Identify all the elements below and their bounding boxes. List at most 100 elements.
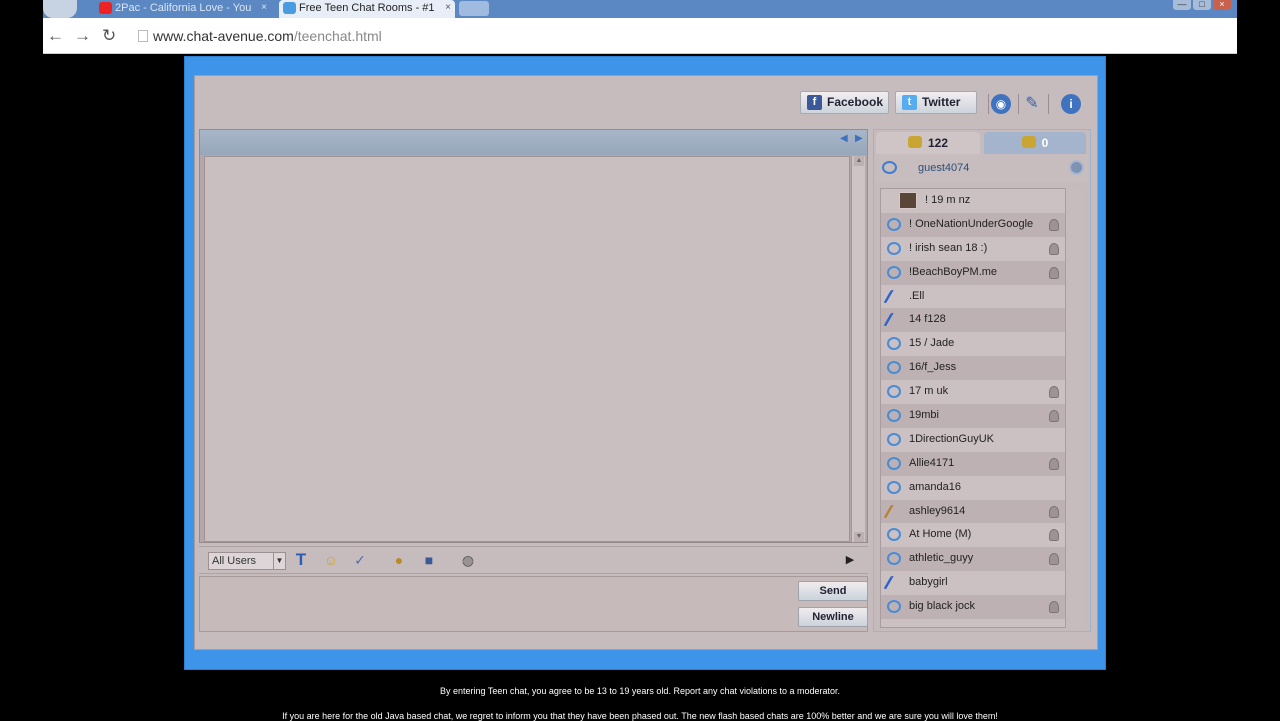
user-list-name: 15 / Jade — [909, 337, 955, 350]
user-list-item[interactable]: At Home (M) — [881, 523, 1065, 547]
user-list-item[interactable]: amanda16 — [881, 476, 1065, 500]
tab-online-users[interactable]: 122 — [876, 132, 980, 154]
user-list-item[interactable]: 17 m uk — [881, 380, 1065, 404]
facebook-icon: f — [807, 95, 822, 110]
close-window-button[interactable]: × — [1213, 0, 1231, 10]
user-profile-icon[interactable] — [1049, 410, 1059, 423]
scroll-up-icon[interactable]: ▲ — [854, 156, 864, 166]
location-icon[interactable]: ◉ — [991, 94, 1011, 114]
send-button[interactable]: Send — [798, 581, 868, 601]
user-list-item[interactable]: babygirl — [881, 571, 1065, 595]
page-icon — [138, 30, 148, 42]
palette-icon[interactable]: ● — [390, 551, 408, 569]
user-list-item[interactable]: big black jock — [881, 595, 1065, 620]
tab-youtube[interactable]: 2Pac - California Love - You × — [95, 0, 271, 18]
divider — [1048, 94, 1049, 114]
tab-label: 2Pac - California Love - You — [115, 2, 252, 14]
user-list-item[interactable]: Allie4171 — [881, 451, 1065, 476]
user-profile-icon[interactable] — [1049, 505, 1059, 518]
chat-status-icon[interactable] — [882, 161, 897, 174]
users-icon — [907, 136, 922, 148]
user-list-name: big black jock — [909, 600, 976, 613]
user-profile-icon[interactable] — [1049, 218, 1059, 231]
new-tab-button[interactable] — [459, 1, 489, 16]
browser-window: 2Pac - California Love - You × Free Teen… — [43, 0, 1237, 54]
user-list-item[interactable]: athletic_guyy — [881, 547, 1065, 572]
feather-icon — [883, 289, 905, 303]
chat-bubble-icon — [887, 361, 901, 375]
user-profile-icon[interactable] — [1049, 529, 1059, 542]
twitter-button[interactable]: t Twitter — [895, 91, 977, 114]
scroll-left-arrow[interactable]: ◀ — [840, 133, 848, 144]
browser-menu-icon[interactable] — [43, 0, 77, 18]
user-list-item[interactable]: 15 / Jade — [881, 332, 1065, 356]
info-icon[interactable]: i — [1061, 94, 1081, 114]
minimize-button[interactable]: — — [1173, 0, 1191, 10]
address-bar[interactable]: www.chat-avenue.com/teenchat.html — [133, 24, 1223, 48]
sound-icon[interactable]: ◍ — [459, 551, 477, 569]
reload-button[interactable]: ↻ — [102, 26, 116, 46]
forward-button[interactable]: → — [74, 26, 91, 46]
user-profile-icon[interactable] — [1049, 386, 1059, 399]
message-panel-header: ◀ ▶ — [200, 130, 867, 155]
user-profile-icon[interactable] — [1049, 553, 1059, 566]
user-list-item[interactable]: !BeachBoyPM.me — [881, 260, 1065, 285]
back-button[interactable]: ← — [47, 26, 64, 46]
user-list-item[interactable]: 16/f_Jess — [881, 356, 1065, 381]
tab-teen-chat[interactable]: Free Teen Chat Rooms - #1 × — [279, 0, 455, 18]
tab-close-icon[interactable]: × — [445, 0, 451, 16]
user-list-item[interactable]: 19mbi — [881, 404, 1065, 428]
maximize-button[interactable]: □ — [1193, 0, 1211, 10]
tab-friends[interactable]: 0 — [984, 132, 1086, 154]
user-list-item[interactable]: ! OneNationUnderGoogle — [881, 212, 1065, 237]
gear-icon[interactable] — [1069, 160, 1084, 175]
settings-wrench-icon[interactable]: ✎ — [1022, 94, 1042, 114]
chat-app-frame: f Facebook t Twitter ◉ ✎ i ◀ ▶ ▲ ▼ All U… — [184, 56, 1106, 670]
user-list-scrollbar[interactable] — [1070, 188, 1084, 628]
facebook-share-icon[interactable]: ■ — [420, 551, 438, 569]
user-list-name: ashley9614 — [909, 504, 966, 517]
smiley-icon[interactable]: ☺ — [322, 551, 340, 569]
message-input[interactable] — [202, 579, 790, 629]
chat-bubble-icon — [887, 241, 901, 255]
user-profile-icon[interactable] — [1049, 266, 1059, 279]
url-host: www.chat-avenue.com — [153, 28, 294, 44]
user-list-name: ! 19 m nz — [925, 194, 971, 206]
user-profile-icon[interactable] — [1049, 457, 1059, 470]
expand-arrow-icon[interactable]: ▶ — [841, 551, 859, 569]
user-list-name: 1DirectionGuyUK — [909, 432, 994, 445]
user-list-item[interactable]: ashley9614 — [881, 499, 1065, 524]
user-avatar — [899, 192, 917, 209]
user-list-item[interactable]: 14 f128 — [881, 308, 1065, 333]
text-format-icon[interactable]: T — [292, 551, 310, 569]
recipient-select[interactable]: All Users ▼ — [208, 552, 286, 570]
facebook-button[interactable]: f Facebook — [800, 91, 889, 114]
user-profile-icon[interactable] — [1049, 242, 1059, 255]
user-list[interactable]: ! 19 m nz ! OneNationUnderGoogle ! irish s… — [880, 188, 1066, 628]
message-scrollbar[interactable]: ▲ ▼ — [851, 156, 865, 542]
current-username: guest4074 — [918, 162, 970, 174]
scroll-down-icon[interactable]: ▼ — [854, 532, 864, 542]
scroll-right-arrow[interactable]: ▶ — [855, 133, 863, 144]
friends-count: 0 — [1041, 136, 1049, 150]
user-list-item[interactable]: ! irish sean 18 :) — [881, 237, 1065, 261]
message-area[interactable] — [204, 156, 850, 542]
newline-button[interactable]: Newline — [798, 607, 868, 627]
chat-bubble-icon — [887, 265, 901, 279]
user-list-name: Allie4171 — [909, 456, 955, 469]
youtube-icon — [99, 2, 112, 14]
browser-toolbar: ← → ↻ www.chat-avenue.com/teenchat.html — [43, 18, 1237, 54]
recipient-value: All Users — [212, 555, 257, 567]
tab-close-icon[interactable]: × — [261, 0, 267, 16]
chevron-down-icon: ▼ — [273, 553, 285, 569]
url-path: /teenchat.html — [293, 28, 382, 44]
chat-bubble-icon — [887, 552, 901, 566]
user-list-item[interactable]: .Ell — [881, 285, 1065, 309]
user-list-item[interactable]: ! 19 m nz — [881, 189, 1065, 213]
status-icon[interactable]: ✓ — [351, 551, 369, 569]
divider — [988, 94, 989, 114]
user-profile-icon[interactable] — [1049, 601, 1059, 614]
user-list-item[interactable]: 1DirectionGuyUK — [881, 428, 1065, 452]
user-list-panel: 122 0 guest4074 ! 19 m nz ! OneNationUnde… — [873, 129, 1091, 632]
current-user-row: guest4074 — [876, 154, 1088, 182]
